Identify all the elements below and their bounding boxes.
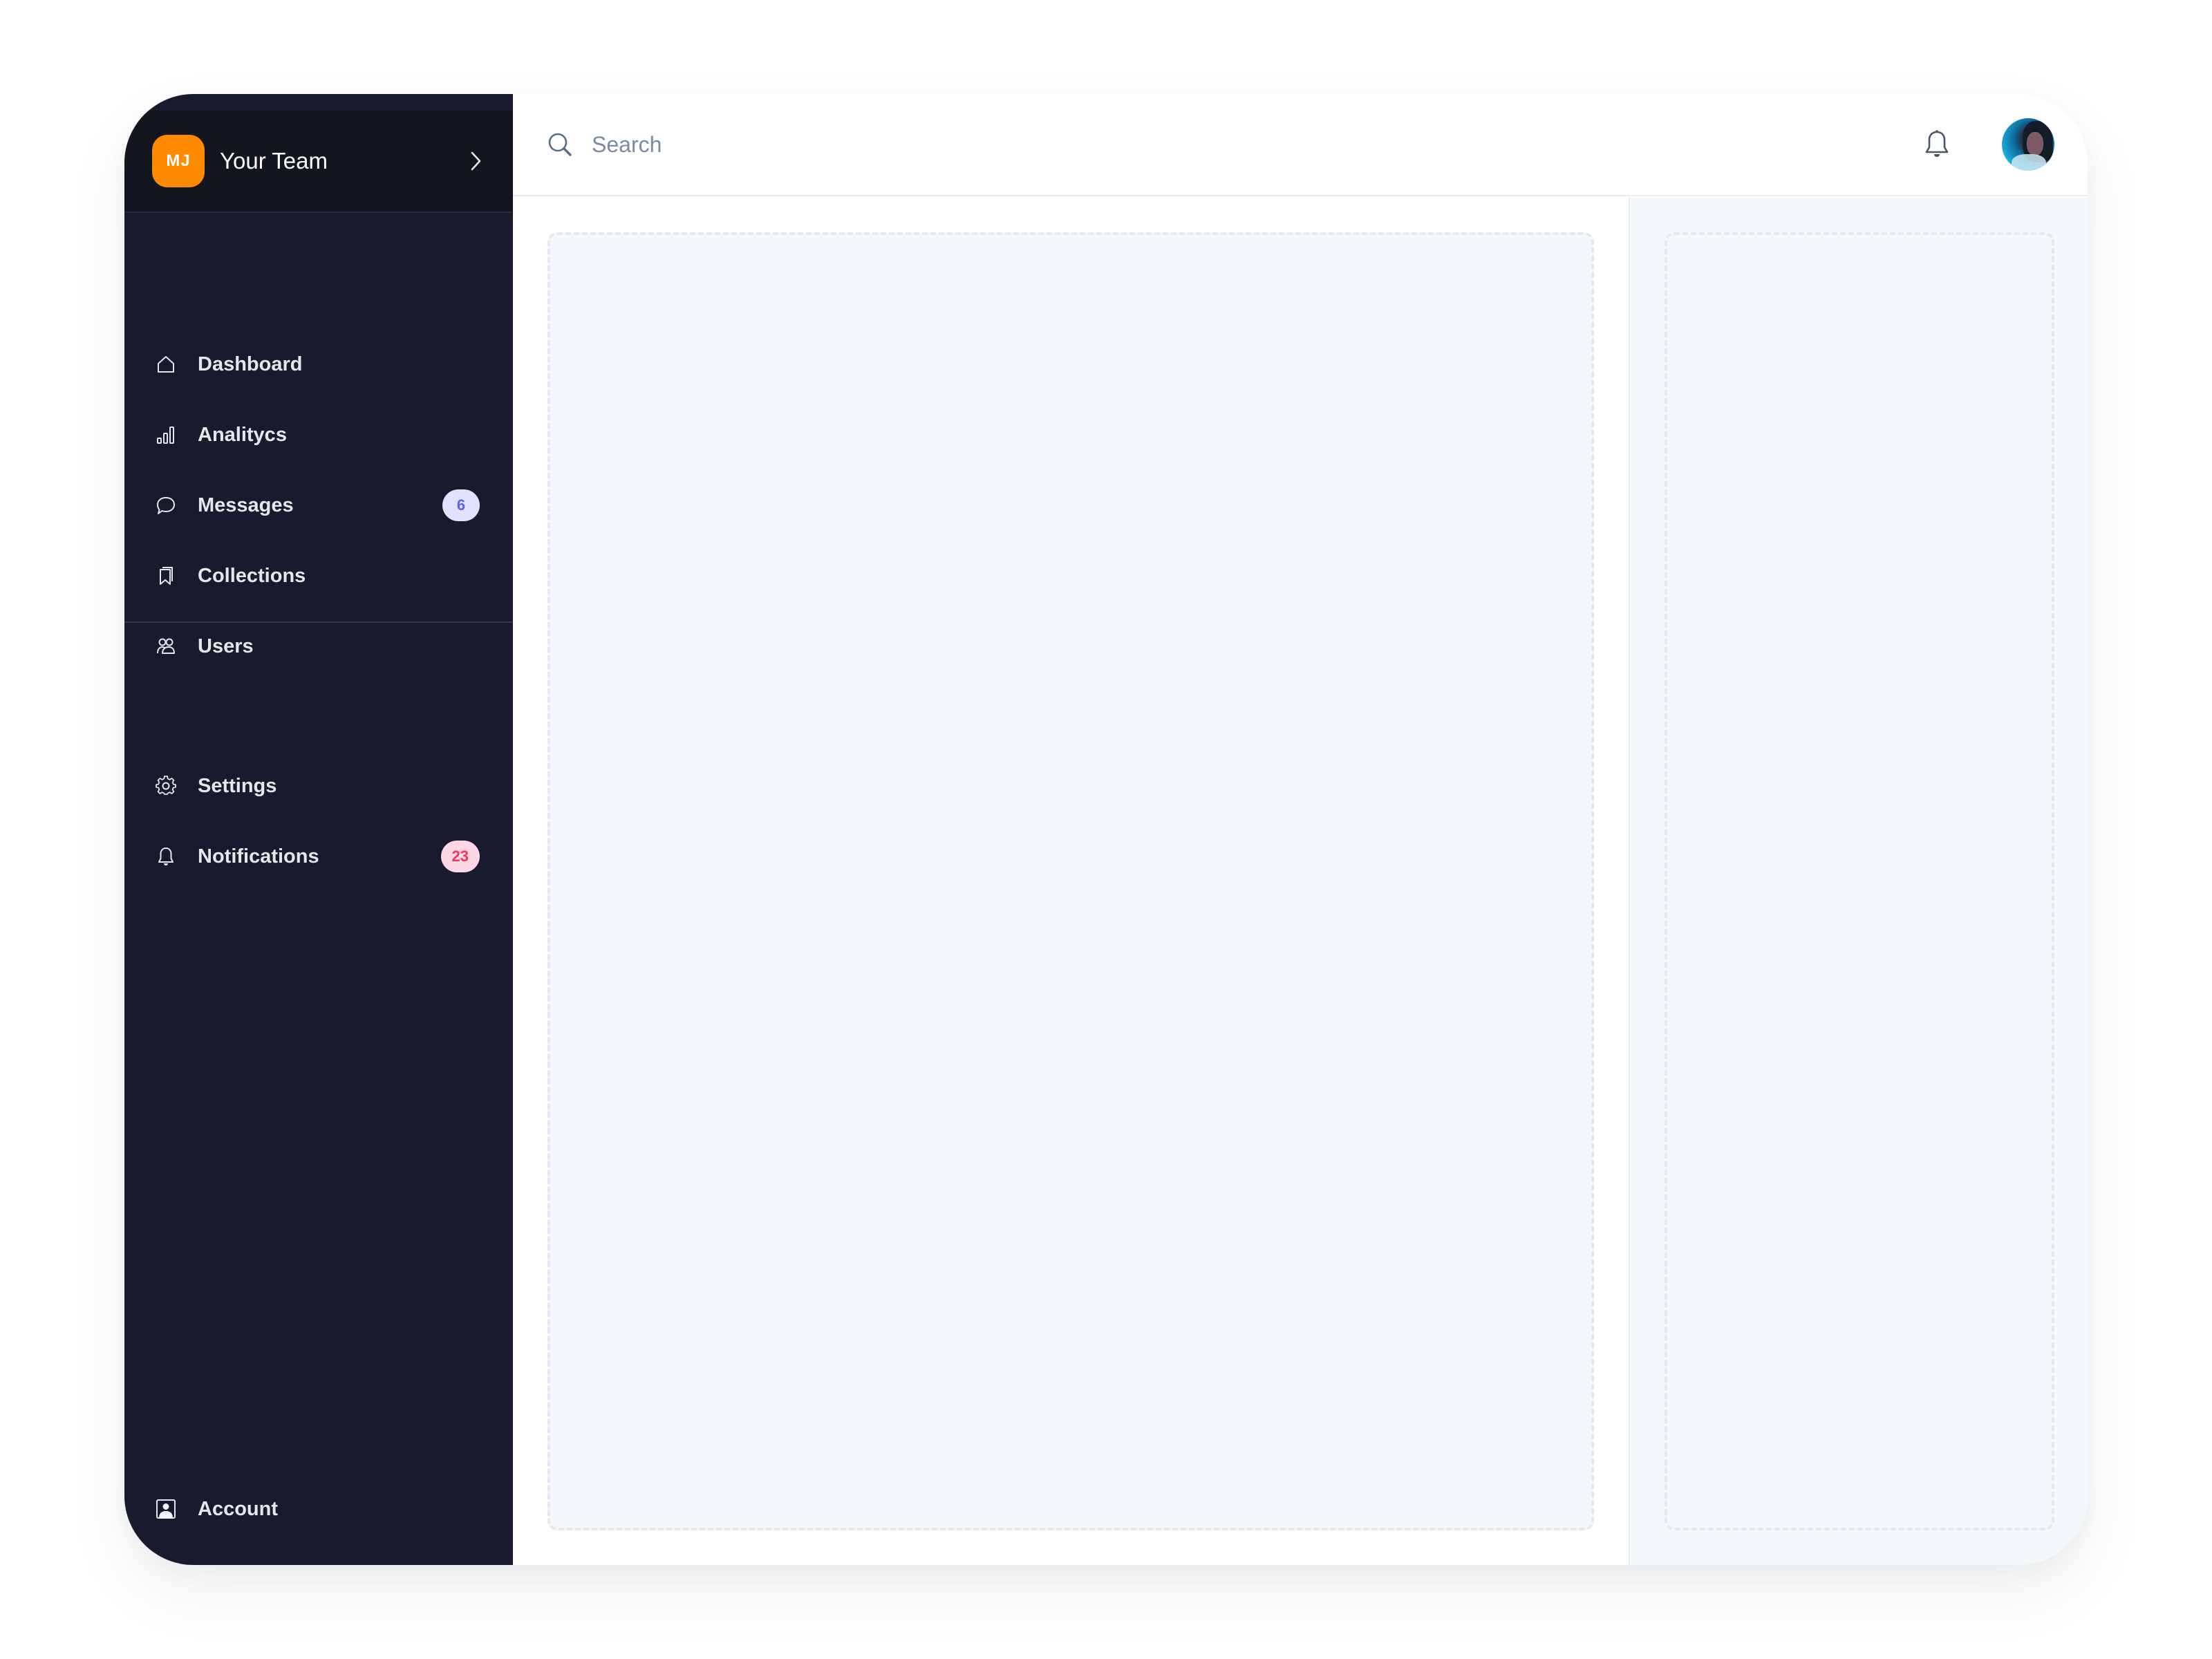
bell-icon — [155, 845, 177, 868]
sidebar-item-label: Users — [198, 635, 254, 657]
sidebar-item-collections[interactable]: Collections — [124, 541, 513, 611]
sidebar-item-messages[interactable]: Messages 6 — [124, 470, 513, 541]
chevron-right-icon[interactable] — [466, 151, 485, 171]
bookmarks-icon — [155, 565, 177, 587]
chat-bubble-icon — [155, 494, 177, 516]
main-area — [513, 94, 2088, 1565]
team-avatar: MJ — [152, 135, 205, 187]
avatar-shirt — [2012, 154, 2046, 171]
search-icon — [546, 131, 574, 158]
sidebar: MJ Your Team Dashboard Analitycs Message… — [124, 94, 513, 1565]
sidebar-item-label: Messages — [198, 494, 294, 516]
top-bar — [513, 94, 2088, 196]
sidebar-item-label: Account — [198, 1497, 278, 1520]
notifications-count-badge: 23 — [440, 841, 480, 872]
sidebar-item-settings[interactable]: Settings — [124, 751, 513, 821]
secondary-nav: Settings Notifications 23 — [124, 751, 513, 892]
sidebar-item-account[interactable]: Account — [124, 1474, 513, 1544]
sidebar-item-dashboard[interactable]: Dashboard — [124, 329, 513, 400]
home-icon — [155, 353, 177, 375]
user-avatar[interactable] — [2002, 118, 2054, 171]
bottom-nav: Account Logout — [124, 1474, 513, 1565]
sidebar-divider — [124, 621, 513, 623]
primary-nav: Dashboard Analitycs Messages 6 Collectio… — [124, 329, 513, 682]
user-square-icon — [155, 1498, 177, 1520]
right-aside — [1629, 198, 2088, 1565]
aside-placeholder — [1665, 232, 2054, 1530]
sidebar-item-label: Analitycs — [198, 423, 287, 446]
sidebar-item-label: Dashboard — [198, 353, 303, 375]
team-name: Your Team — [220, 148, 328, 174]
bell-icon[interactable] — [1920, 128, 1953, 161]
sidebar-item-analytics[interactable]: Analitycs — [124, 400, 513, 470]
main-content — [513, 198, 1629, 1565]
sidebar-item-logout[interactable]: Logout — [124, 1544, 513, 1565]
team-switcher[interactable]: MJ Your Team — [124, 111, 513, 213]
sidebar-item-label: Collections — [198, 564, 306, 587]
gear-icon — [155, 775, 177, 797]
sidebar-item-label: Settings — [198, 774, 277, 797]
content-placeholder — [547, 232, 1594, 1530]
bar-chart-icon — [155, 424, 177, 446]
users-icon — [155, 635, 177, 657]
messages-count-badge: 6 — [442, 489, 480, 521]
sidebar-item-notifications[interactable]: Notifications 23 — [124, 821, 513, 892]
app-window: MJ Your Team Dashboard Analitycs Message… — [124, 94, 2088, 1565]
avatar-face — [2027, 132, 2043, 156]
search-input[interactable] — [592, 131, 1006, 158]
sidebar-item-label: Notifications — [198, 845, 319, 868]
